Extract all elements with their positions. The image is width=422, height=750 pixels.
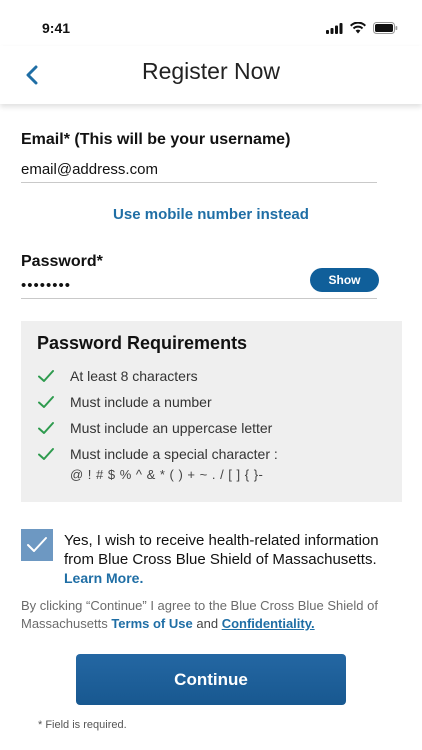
requirement-text: At least 8 characters bbox=[70, 368, 198, 384]
show-password-button[interactable]: Show bbox=[310, 268, 379, 292]
requirement-text: Must include a special character : bbox=[70, 446, 278, 462]
checkmark-icon bbox=[38, 448, 54, 460]
status-bar: 9:41 bbox=[0, 0, 422, 46]
email-field[interactable] bbox=[21, 157, 377, 183]
terms-and: and bbox=[196, 616, 219, 631]
required-field-note: * Field is required. bbox=[38, 719, 127, 731]
confidentiality-period: . bbox=[311, 616, 315, 631]
continue-button[interactable]: Continue bbox=[76, 654, 346, 705]
requirement-text: Must include a number bbox=[70, 394, 212, 410]
checkmark-icon bbox=[38, 396, 54, 408]
checkmark-icon bbox=[38, 422, 54, 434]
signal-icon bbox=[326, 22, 343, 34]
password-label: Password* bbox=[21, 253, 103, 270]
checkmark-icon bbox=[38, 370, 54, 382]
confidentiality-link-text: Confidentiality bbox=[221, 616, 311, 631]
health-info-consent: Yes, I wish to receive health-related in… bbox=[64, 531, 404, 588]
requirements-title: Password Requirements bbox=[37, 333, 248, 353]
terms-of-use-link[interactable]: Terms of Use bbox=[111, 616, 192, 631]
email-label: Email* (This will be your username) bbox=[21, 131, 291, 148]
requirement-item: Must include an uppercase letter bbox=[37, 418, 272, 438]
learn-more-link[interactable]: Learn More. bbox=[64, 570, 143, 586]
requirement-text: Must include an uppercase letter bbox=[70, 420, 273, 436]
status-time: 9:41 bbox=[42, 20, 71, 36]
password-requirements-panel: Password Requirements At least 8 charact… bbox=[21, 321, 402, 502]
requirement-item: Must include a number bbox=[37, 392, 212, 412]
consent-text: Yes, I wish to receive health-related in… bbox=[64, 532, 379, 568]
special-characters: @ ! # $ % ^ & * ( ) + ~ . / [ ] { }- bbox=[70, 467, 264, 482]
battery-icon bbox=[373, 22, 398, 34]
nav-bar: Register Now bbox=[0, 46, 422, 104]
checkmark-icon bbox=[27, 537, 47, 552]
wifi-icon bbox=[350, 22, 366, 34]
page-title: Register Now bbox=[141, 58, 281, 84]
status-icons bbox=[326, 22, 398, 34]
requirement-item: Must include a special character : @ ! #… bbox=[37, 444, 278, 486]
confidentiality-link[interactable]: Confidentiality. bbox=[222, 616, 315, 631]
requirement-item: At least 8 characters bbox=[37, 366, 198, 386]
health-info-checkbox[interactable] bbox=[21, 529, 53, 561]
use-mobile-link[interactable]: Use mobile number instead bbox=[0, 206, 422, 223]
terms-statement: By clicking “Continue” I agree to the Bl… bbox=[21, 597, 416, 633]
